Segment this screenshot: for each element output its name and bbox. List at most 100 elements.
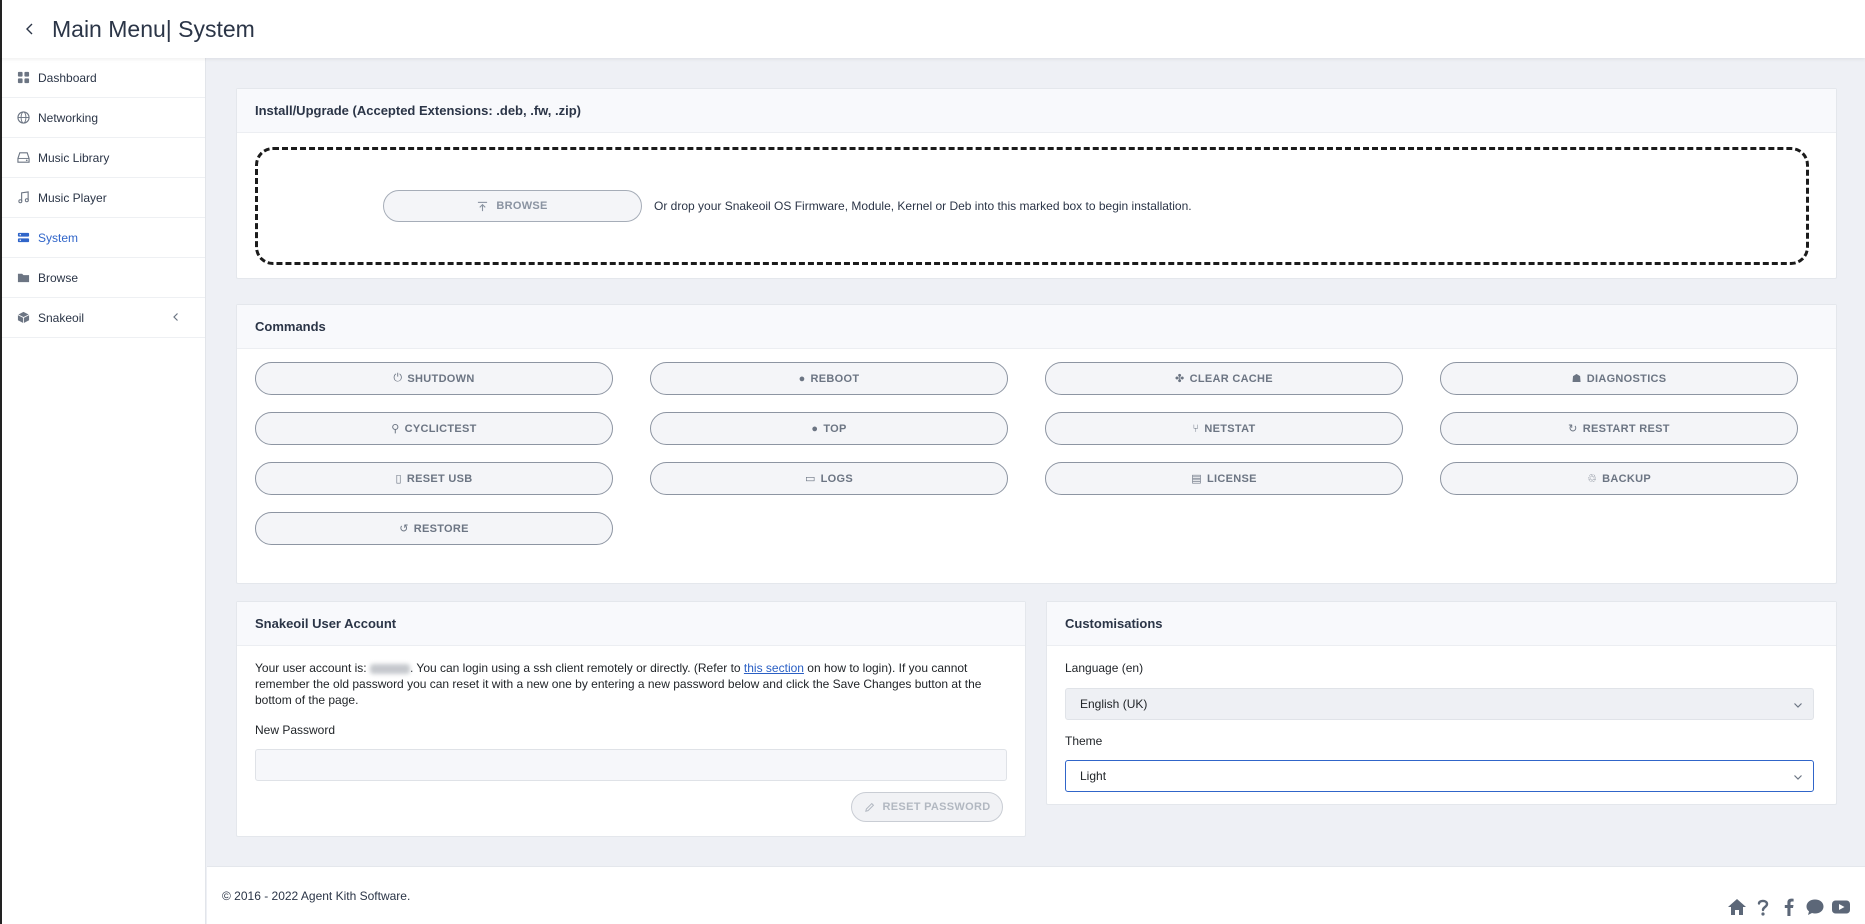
user-doctor-icon: ☗ [1571,373,1582,385]
user-account-title: Snakeoil User Account [237,602,1025,646]
sidebar-item-dashboard[interactable]: Dashboard [2,58,205,98]
button-label: BACKUP [1602,472,1652,485]
sidebar: Dashboard Networking Music Library Music… [0,58,206,924]
theme-selected-value: Light [1080,769,1107,783]
grid-icon [17,71,30,84]
sidebar-item-snakeoil[interactable]: Snakeoil [2,298,205,338]
user-account-card: Snakeoil User Account Your user account … [236,601,1026,837]
pencil-icon [864,802,874,812]
sidebar-item-music-player[interactable]: Music Player [2,178,205,218]
button-label: RESTORE [413,522,469,535]
top-button[interactable]: ● TOP [650,412,1008,445]
youtube-icon[interactable] [1831,897,1851,917]
sidebar-item-label: Browse [38,270,79,285]
sidebar-item-label: Networking [38,110,99,125]
home-icon[interactable] [1727,897,1747,917]
sidebar-item-label: Snakeoil [38,310,85,325]
upload-icon [478,201,488,211]
button-label: TOP [823,422,847,435]
button-label: RESTART REST [1582,422,1670,435]
sidebar-item-label: Music Library [38,150,110,165]
customisations-title: Customisations [1047,602,1836,646]
button-label: REBOOT [810,372,860,385]
commands-grid: ⏻ SHUTDOWN ● REBOOT ✤ CLEAR CACHE ☗ DIAGNOST… [255,362,1798,545]
shutdown-button[interactable]: ⏻ SHUTDOWN [255,362,613,395]
button-label: NETSTAT [1204,422,1256,435]
this-section-link[interactable]: this section [744,661,804,675]
language-label: Language (en) [1065,661,1144,675]
customisations-card: Customisations Language (en) English (UK… [1046,601,1837,805]
restart-rest-button[interactable]: ↻ RESTART REST [1440,412,1798,445]
music-note-icon [18,191,29,204]
reset-usb-button[interactable]: ▯ RESET USB [255,462,613,495]
new-password-input[interactable] [255,749,1007,781]
file-icon: ▤ [1191,473,1202,485]
sidebar-item-label: Music Player [38,190,107,205]
reboot-button[interactable]: ● REBOOT [650,362,1008,395]
refresh-icon: ↻ [1568,423,1578,435]
clear-cache-button[interactable]: ✤ CLEAR CACHE [1045,362,1403,395]
chevron-left-icon[interactable] [171,312,181,322]
redacted-username [369,663,410,674]
language-selected-value: English (UK) [1080,697,1148,711]
commands-title: Commands [237,305,1836,349]
chevron-down-icon [1794,775,1802,780]
bike-icon: ⚲ [391,423,400,435]
chevron-left-icon[interactable] [22,21,38,37]
netstat-button[interactable]: ⑂ NETSTAT [1045,412,1403,445]
question-icon[interactable] [1753,897,1773,917]
account-description: Your user account is: . You can login us… [255,661,982,707]
theme-label: Theme [1065,734,1103,748]
power-icon: ⏻ [393,372,403,384]
top-bar: Main Menu| System [0,0,1865,58]
social-links [1727,897,1851,917]
firmware-dropzone[interactable]: BROWSE Or drop your Snakeoil OS Firmware… [255,147,1809,265]
cache-icon: ✤ [1175,373,1185,385]
copyright-text: © 2016 - 2022 Agent Kith Software. [222,888,411,903]
reboot-icon: ● [798,372,806,385]
diagnostics-button[interactable]: ☗ DIAGNOSTICS [1440,362,1798,395]
server-icon [17,232,30,243]
install-upgrade-card: Install/Upgrade (Accepted Extensions: .d… [236,88,1837,279]
folder-icon [17,273,30,283]
fork-icon: ⑂ [1192,422,1200,435]
language-select[interactable]: English (UK) [1065,688,1814,720]
sidebar-item-label: System [38,230,79,245]
circle-icon: ● [811,422,819,435]
dropzone-instructions: Or drop your Snakeoil OS Firmware, Modul… [654,199,1192,213]
logs-button[interactable]: ▭ LOGS [650,462,1008,495]
sidebar-item-browse[interactable]: Browse [2,258,205,298]
restore-button[interactable]: ↺ RESTORE [255,512,613,545]
chat-icon[interactable] [1805,897,1825,917]
reset-password-button[interactable]: RESET PASSWORD [851,792,1003,822]
sidebar-item-system[interactable]: System [2,218,205,258]
recycle-icon: ♲ [1586,473,1598,485]
usb-icon: ▯ [395,473,402,485]
monitor-icon: ▭ [804,473,816,485]
sidebar-item-label: Dashboard [38,70,97,85]
button-label: CYCLICTEST [404,422,477,435]
page-title: Main Menu| System [52,15,255,42]
hdd-icon [17,152,30,163]
sidebar-item-networking[interactable]: Networking [2,98,205,138]
main-content: Install/Upgrade (Accepted Extensions: .d… [207,58,1865,866]
cube-icon [17,311,30,324]
button-label: SHUTDOWN [407,372,475,385]
button-label: CLEAR CACHE [1189,372,1273,385]
chevron-down-icon [1794,703,1802,708]
install-upgrade-title: Install/Upgrade (Accepted Extensions: .d… [237,89,1836,133]
license-button[interactable]: ▤ LICENSE [1045,462,1403,495]
backup-button[interactable]: ♲ BACKUP [1440,462,1798,495]
button-label: DIAGNOSTICS [1586,372,1667,385]
sidebar-item-music-library[interactable]: Music Library [2,138,205,178]
new-password-label: New Password [255,723,336,737]
commands-card: Commands ⏻ SHUTDOWN ● REBOOT ✤ CLEAR CACHE … [236,304,1837,584]
browse-button[interactable]: BROWSE [383,190,642,222]
facebook-icon[interactable] [1779,897,1799,917]
button-label: LOGS [820,472,854,485]
button-label: RESET PASSWORD [882,801,991,813]
theme-select[interactable]: Light [1065,760,1814,792]
history-icon: ↺ [399,523,409,535]
cyclictest-button[interactable]: ⚲ CYCLICTEST [255,412,613,445]
globe-icon [17,111,30,124]
